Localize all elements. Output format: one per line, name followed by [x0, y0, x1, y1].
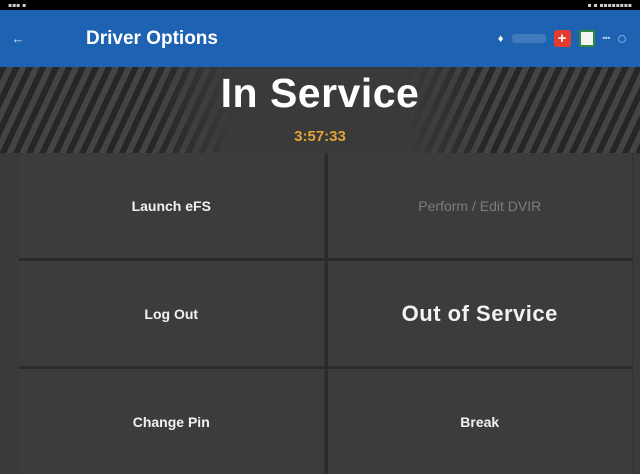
- duty-status-title: In Service: [220, 70, 420, 116]
- status-indicator: ▪▪▪: [602, 35, 610, 42]
- log-out-button[interactable]: Log Out: [19, 261, 325, 366]
- sync-icon[interactable]: [618, 34, 626, 43]
- system-status-bar: ▪▪▪ ▪ ▪ ▪ ▪▪▪▪▪▪▪▪: [0, 0, 640, 10]
- medical-cross-icon[interactable]: +: [553, 30, 571, 47]
- service-status-header: In Service 3:57:33: [0, 67, 640, 153]
- change-pin-button[interactable]: Change Pin: [19, 369, 325, 474]
- app-bar-actions: ♦ + ▪▪▪: [498, 30, 640, 47]
- back-arrow-icon[interactable]: ←: [0, 10, 36, 67]
- break-button[interactable]: Break: [327, 369, 633, 474]
- spreadsheet-icon[interactable]: [578, 30, 595, 47]
- signal-icon[interactable]: ♦: [498, 33, 504, 45]
- duty-timer: 3:57:33: [294, 128, 346, 145]
- connection-status-pill[interactable]: [511, 34, 546, 43]
- app-title: Driver Options: [86, 27, 218, 49]
- app-bar: ← Driver Options ♦ + ▪▪▪: [0, 10, 640, 67]
- out-of-service-button[interactable]: Out of Service: [327, 261, 633, 366]
- status-bar-left-icons: ▪▪▪ ▪: [8, 1, 27, 9]
- perform-edit-dvir-button[interactable]: Perform / Edit DVIR: [327, 153, 633, 258]
- driver-options-grid: Launch eFS Perform / Edit DVIR Log Out O…: [19, 153, 633, 474]
- launch-efs-button[interactable]: Launch eFS: [19, 153, 325, 258]
- status-bar-right-icons: ▪ ▪ ▪▪▪▪▪▪▪▪: [587, 1, 632, 9]
